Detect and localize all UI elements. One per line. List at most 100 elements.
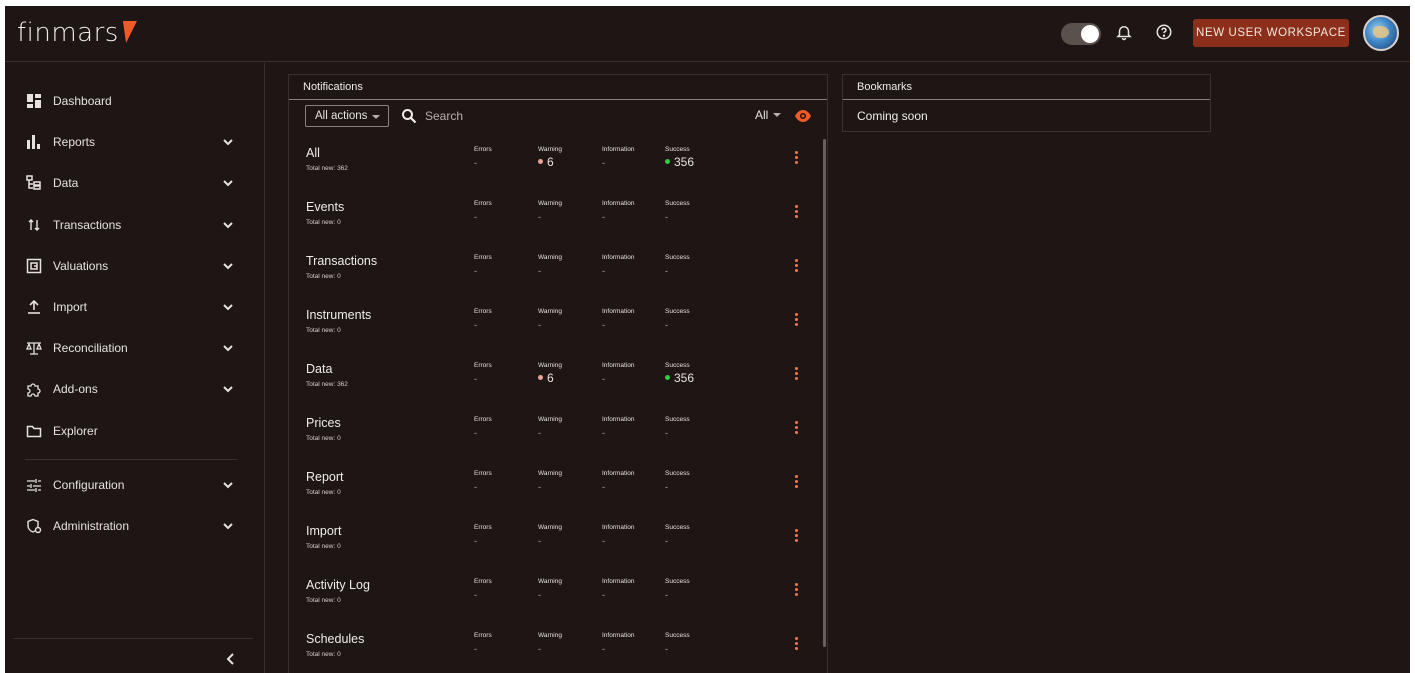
type-filter-select[interactable]: All	[755, 108, 782, 122]
stat-warning: Warning 6	[538, 362, 562, 385]
more-vert-icon[interactable]	[795, 205, 799, 219]
sidebar-item-data[interactable]: Data	[5, 165, 250, 201]
stat-value: -	[474, 644, 477, 654]
sidebar-item-import[interactable]: Import	[5, 289, 250, 325]
theme-toggle[interactable]	[1061, 23, 1101, 45]
sidebar-item-explorer[interactable]: Explorer	[5, 413, 250, 449]
row-title: Data	[306, 362, 333, 376]
stat-value: -	[474, 266, 477, 276]
sidebar-divider	[25, 459, 237, 460]
actions-select-value: All actions	[315, 110, 368, 122]
stat-value: -	[602, 374, 605, 384]
stat-errors: Errors -	[474, 200, 492, 222]
top-bar: finmars NEW USER WORKSPACE	[5, 6, 1410, 62]
notification-row[interactable]: Data Total new: 362 Errors - Warning 6 Informa…	[289, 349, 819, 403]
stat-number: 356	[674, 155, 695, 169]
bookmarks-title: Bookmarks	[843, 75, 1210, 100]
search-input[interactable]	[425, 105, 725, 127]
notification-row[interactable]: All Total new: 362 Errors - Warning 6 Informat…	[289, 133, 819, 187]
finmars-logo[interactable]: finmars	[17, 18, 137, 48]
stat-label: Errors	[474, 200, 492, 207]
stat-value: 356	[665, 371, 694, 385]
bell-icon[interactable]	[1112, 20, 1136, 44]
stat-value: 6	[538, 371, 562, 385]
type-filter-value: All	[755, 108, 769, 122]
sidebar-item-configuration[interactable]: Configuration	[5, 467, 250, 503]
stat-label: Information	[602, 308, 635, 315]
notification-row[interactable]: Report Total new: 0 Errors - Warning - Informa…	[289, 457, 819, 511]
notification-row[interactable]: Activity Log Total new: 0 Errors - Warning - I…	[289, 565, 819, 619]
notifications-panel: Notifications All actions All All Total n…	[288, 74, 828, 673]
stat-information: Information -	[602, 254, 635, 276]
more-vert-icon[interactable]	[795, 421, 799, 435]
stat-label: Success	[665, 362, 690, 369]
sidebar-item-valuations[interactable]: Valuations	[5, 248, 250, 284]
stat-success: Success -	[665, 578, 690, 600]
stat-warning: Warning -	[538, 308, 562, 330]
bookmarks-body: Coming soon	[857, 109, 928, 123]
stat-label: Information	[602, 416, 635, 423]
notification-row[interactable]: Import Total new: 0 Errors - Warning - Informa…	[289, 511, 819, 565]
row-title: Activity Log	[306, 578, 370, 592]
row-title: All	[306, 146, 320, 160]
collapse-sidebar-icon[interactable]	[223, 651, 239, 667]
stat-value: -	[474, 482, 477, 492]
notification-row[interactable]: Events Total new: 0 Errors - Warning - Informa…	[289, 187, 819, 241]
help-icon[interactable]	[1152, 20, 1176, 44]
sidebar-item-dashboard[interactable]: Dashboard	[5, 83, 250, 119]
more-vert-icon[interactable]	[795, 637, 799, 651]
more-vert-icon[interactable]	[795, 475, 799, 489]
more-vert-icon[interactable]	[795, 313, 799, 327]
row-title: Prices	[306, 416, 341, 430]
stat-value: -	[665, 320, 668, 330]
stat-label: Warning	[538, 524, 562, 531]
more-vert-icon[interactable]	[795, 583, 799, 597]
stat-label: Information	[602, 362, 635, 369]
more-vert-icon[interactable]	[795, 259, 799, 273]
bar-chart-icon	[25, 133, 43, 151]
more-vert-icon[interactable]	[795, 367, 799, 381]
stat-label: Information	[602, 200, 635, 207]
sidebar-item-administration[interactable]: Administration	[5, 508, 250, 544]
notification-row[interactable]: Schedules Total new: 0 Errors - Warning - Info…	[289, 619, 819, 673]
warning-dot-icon	[538, 375, 543, 380]
eye-icon[interactable]	[794, 108, 812, 124]
notification-row[interactable]: Instruments Total new: 0 Errors - Warning - In…	[289, 295, 819, 349]
stat-label: Success	[665, 254, 690, 261]
sidebar-item-label: Dashboard	[53, 94, 112, 108]
sidebar-item-label: Reconciliation	[53, 341, 128, 355]
sidebar-item-reconciliation[interactable]: Reconciliation	[5, 330, 250, 366]
app-frame: finmars NEW USER WORKSPACE Dashboard Rep…	[5, 6, 1410, 673]
more-vert-icon[interactable]	[795, 151, 799, 165]
stat-value: -	[602, 212, 605, 222]
sidebar-item-reports[interactable]: Reports	[5, 124, 250, 160]
stat-label: Information	[602, 524, 635, 531]
stat-value: -	[665, 644, 668, 654]
stat-value: -	[474, 536, 477, 546]
admin-shield-icon	[25, 517, 43, 535]
sidebar-item-label: Import	[53, 300, 88, 314]
avatar[interactable]	[1363, 15, 1399, 51]
stat-number: 356	[674, 371, 695, 385]
stat-errors: Errors -	[474, 308, 492, 330]
new-user-workspace-button[interactable]: NEW USER WORKSPACE	[1193, 19, 1349, 47]
sidebar-item-transactions[interactable]: Transactions	[5, 207, 250, 243]
notification-row[interactable]: Prices Total new: 0 Errors - Warning - Informa…	[289, 403, 819, 457]
stat-label: Errors	[474, 254, 492, 261]
notification-list: All Total new: 362 Errors - Warning 6 Informat…	[289, 133, 819, 673]
row-title: Transactions	[306, 254, 378, 268]
sidebar-item-label: Reports	[53, 135, 96, 149]
stat-value: -	[602, 536, 605, 546]
stat-success: Success -	[665, 416, 690, 438]
stat-label: Success	[665, 416, 690, 423]
success-dot-icon	[665, 159, 670, 164]
notification-row[interactable]: Transactions Total new: 0 Errors - Warning - I…	[289, 241, 819, 295]
more-vert-icon[interactable]	[795, 529, 799, 543]
sliders-icon	[25, 476, 43, 494]
stat-value: -	[665, 212, 668, 222]
row-total: Total new: 0	[306, 651, 341, 658]
sidebar-item-add-ons[interactable]: Add-ons	[5, 371, 250, 407]
stat-label: Errors	[474, 632, 492, 639]
actions-select[interactable]: All actions	[305, 105, 389, 127]
scrollbar[interactable]	[823, 139, 826, 647]
